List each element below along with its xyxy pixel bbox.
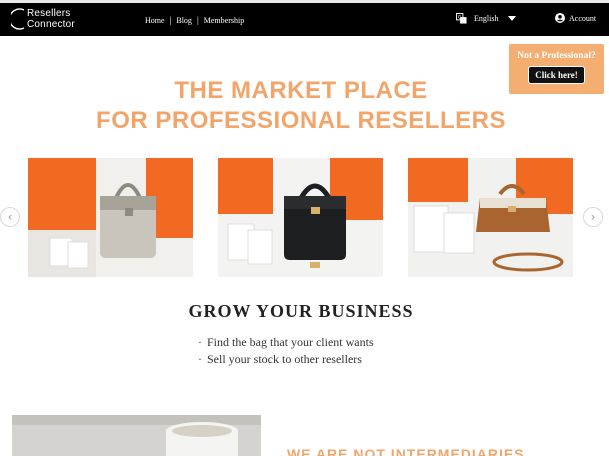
- translate-icon: G: [456, 13, 467, 24]
- logo-mark-icon: [11, 8, 25, 30]
- brand-logo[interactable]: Resellers Connector: [11, 7, 75, 32]
- user-circle-icon: [555, 13, 565, 23]
- chevron-left-icon: ‹: [7, 210, 13, 224]
- section-title-not-intermediaries: WE ARE NOT INTERMEDIARIES: [287, 446, 525, 456]
- main-nav: Home | Blog | Membership: [145, 15, 244, 25]
- hero-title-line-1: THE MARKET PLACE: [174, 77, 428, 104]
- carousel-slide-3[interactable]: [408, 158, 573, 277]
- carousel-next-button[interactable]: ›: [583, 207, 603, 227]
- carousel-prev-button[interactable]: ‹: [0, 207, 20, 227]
- logo-line-2: Connector: [27, 19, 75, 30]
- account-menu[interactable]: Account: [555, 13, 596, 23]
- coffee-cup-image: [12, 415, 261, 456]
- chevron-right-icon: ›: [590, 210, 596, 224]
- carousel-slide-1[interactable]: [28, 158, 193, 277]
- list-item: Find the bag that your client wants: [198, 334, 374, 351]
- nav-separator: |: [196, 15, 199, 25]
- product-image-bag: [28, 158, 193, 277]
- coffee-cup-illustration: [12, 415, 261, 456]
- nav-blog-link[interactable]: Blog: [176, 16, 192, 25]
- product-image-bag: [218, 158, 383, 277]
- list-item: Sell your stock to other resellers: [198, 351, 374, 368]
- product-image-bag: [408, 158, 573, 277]
- grow-business-title: GROW YOUR BUSINESS: [188, 301, 414, 321]
- nav-separator: |: [169, 15, 172, 25]
- nav-home-link[interactable]: Home: [145, 16, 165, 25]
- promo-question: Not a Professional?: [517, 51, 596, 61]
- svg-text:G: G: [458, 15, 462, 21]
- hero-title-line-2: FOR PROFESSIONAL RESELLERS: [96, 107, 506, 134]
- top-navbar: Resellers Connector Home | Blog | Member…: [0, 3, 609, 36]
- account-label: Account: [569, 13, 597, 23]
- chevron-down-icon: [508, 16, 517, 21]
- hero-title: THE MARKET PLACE FOR PROFESSIONAL RESELL…: [0, 76, 602, 136]
- logo-line-1: Resellers: [27, 8, 71, 19]
- carousel-slide-2[interactable]: [218, 158, 383, 277]
- nav-membership-link[interactable]: Membership: [204, 16, 244, 25]
- language-label: English: [474, 14, 499, 23]
- language-selector[interactable]: G English: [456, 13, 517, 24]
- grow-business-bullets: Find the bag that your client wants Sell…: [198, 334, 374, 368]
